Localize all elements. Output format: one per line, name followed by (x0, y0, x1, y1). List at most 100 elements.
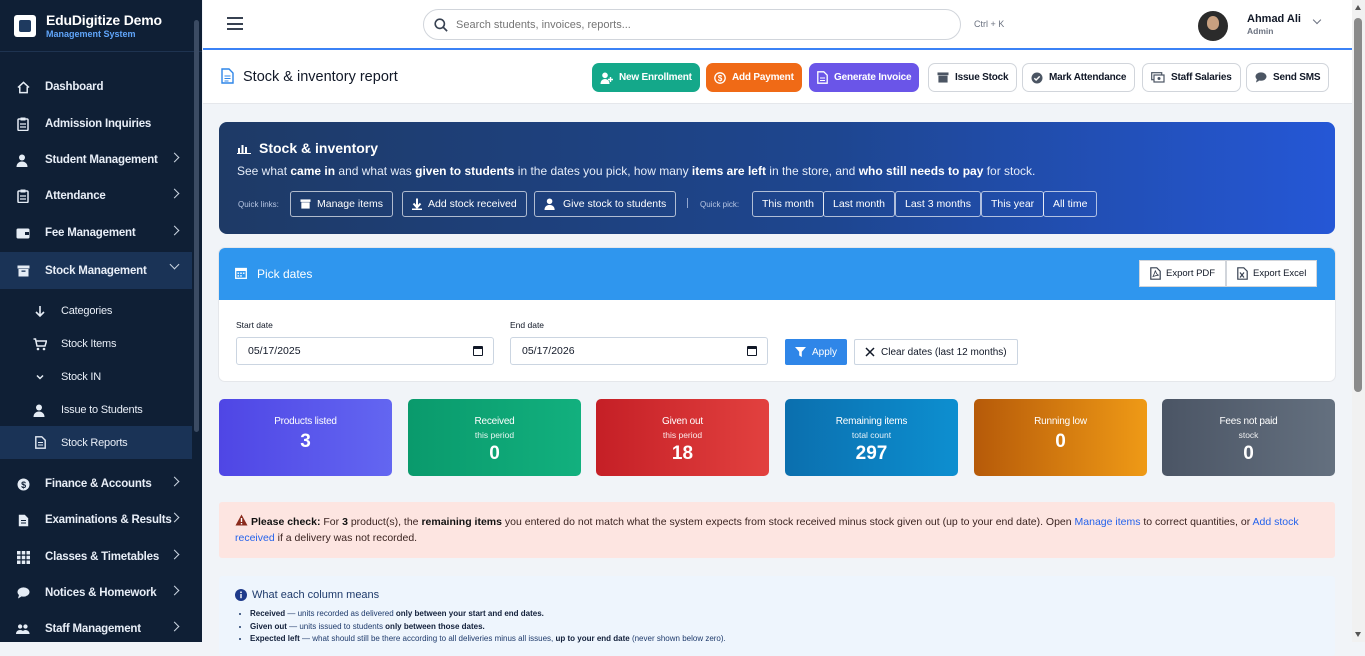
sidebar-item-label: Finance & Accounts (45, 478, 152, 490)
home-icon (16, 80, 30, 94)
stat-fees-not-paid: Fees not paid stock 0 (1162, 399, 1335, 476)
sidebar-item-categories[interactable]: Categories (0, 294, 192, 328)
excel-file-icon (1237, 267, 1248, 280)
give-stock-to-students-button[interactable]: Give stock to students (534, 191, 677, 217)
sidebar-item-stock-in[interactable]: Stock IN (0, 360, 192, 394)
sidebar-item-dashboard[interactable]: Dashboard (0, 70, 192, 104)
stat-remaining-items: Remaining items total count 297 (785, 399, 958, 476)
date-filter-header: Pick dates Export PDF Export Excel (219, 248, 1335, 300)
add-stock-received-button[interactable]: Add stock received (402, 191, 527, 217)
stat-received: Received this period 0 (408, 399, 581, 476)
mark-attendance-button[interactable]: Mark Attendance (1022, 63, 1136, 92)
export-excel-button[interactable]: Export Excel (1226, 260, 1318, 287)
stat-label: Fees not paid (1219, 416, 1278, 427)
new-enrollment-button[interactable]: New Enrollment (592, 63, 700, 92)
chevron-right-icon (169, 476, 180, 487)
search-box[interactable] (423, 9, 961, 40)
issue-stock-button[interactable]: Issue Stock (928, 63, 1018, 92)
money-icon (1151, 72, 1165, 83)
start-date-input[interactable]: 05/17/2025 (236, 337, 494, 365)
search-input[interactable] (456, 18, 936, 31)
pdf-file-icon (1150, 267, 1161, 280)
sidebar-item-label: Stock Reports (61, 436, 128, 449)
sidebar-item-stock-reports[interactable]: Stock Reports (0, 426, 192, 459)
sidebar-item-student-management[interactable]: Student Management (0, 143, 192, 177)
legend-list: Received — units recorded as delivered o… (250, 608, 726, 646)
alert-lead: Please check: (251, 516, 321, 528)
sidebar-item-attendance[interactable]: Attendance (0, 179, 192, 213)
sidebar-scrollbar[interactable] (194, 20, 199, 432)
avatar[interactable] (1198, 11, 1228, 41)
stat-value: 0 (1243, 443, 1254, 464)
sidebar-item-stock-management[interactable]: Stock Management (0, 252, 192, 289)
quick-pick-last-3-months[interactable]: Last 3 months (895, 191, 981, 217)
user-name[interactable]: Ahmad Ali (1247, 13, 1301, 25)
sidebar-item-label: Staff Management (45, 623, 141, 635)
user-icon (33, 403, 47, 417)
sidebar-item-issue-to-students[interactable]: Issue to Students (0, 393, 192, 427)
chevron-down-icon[interactable] (1312, 15, 1322, 25)
sidebar-item-admission-inquiries[interactable]: Admission Inquiries (0, 107, 192, 141)
sidebar-item-label: Dashboard (45, 81, 104, 93)
search-shortcut: Ctrl + K (974, 19, 1005, 29)
manage-items-link[interactable]: Manage items (1075, 516, 1141, 528)
calendar-icon (235, 266, 247, 284)
chevron-right-icon (169, 225, 180, 236)
stat-sublabel: stock (1238, 430, 1259, 440)
brand[interactable]: EduDigitize Demo Management System (0, 0, 202, 52)
start-date-value: 05/17/2025 (248, 345, 301, 357)
sidebar-item-staff-management[interactable]: Staff Management (0, 612, 192, 642)
export-pdf-button[interactable]: Export PDF (1139, 260, 1227, 287)
legend-title: What each column means (235, 589, 379, 601)
cart-icon (33, 337, 47, 351)
end-date-input[interactable]: 05/17/2026 (510, 337, 768, 365)
sidebar-item-notices-homework[interactable]: Notices & Homework (0, 576, 192, 610)
apply-button[interactable]: Apply (785, 339, 848, 365)
menu-toggle-icon[interactable] (227, 17, 243, 30)
quick-pick-this-month[interactable]: This month (752, 191, 824, 217)
calendar-icon[interactable] (473, 346, 483, 356)
users-icon (16, 622, 30, 636)
issue-stock-label: Issue Stock (955, 72, 1009, 83)
list-item: Received — units recorded as delivered o… (250, 608, 726, 621)
invoice-icon (817, 71, 828, 84)
generate-invoice-label: Generate Invoice (834, 72, 912, 83)
quick-pick-last-month[interactable]: Last month (823, 191, 895, 217)
sidebar-item-finance-accounts[interactable]: $ Finance & Accounts (0, 467, 192, 501)
scroll-thumb[interactable] (1354, 18, 1362, 392)
dollar-icon: $ (16, 477, 30, 491)
manage-items-button[interactable]: Manage items (290, 191, 393, 217)
scroll-up-icon[interactable] (1355, 5, 1361, 10)
staff-salaries-button[interactable]: Staff Salaries (1142, 63, 1241, 92)
list-item: Given out — units issued to students onl… (250, 621, 726, 634)
user-role: Admin (1247, 26, 1274, 36)
generate-invoice-button[interactable]: Generate Invoice (809, 63, 920, 92)
clear-dates-button[interactable]: Clear dates (last 12 months) (854, 339, 1018, 365)
sidebar-item-examinations-results[interactable]: Examinations & Results (0, 503, 192, 537)
quick-pick-this-year[interactable]: This year (981, 191, 1045, 217)
send-sms-button[interactable]: Send SMS (1246, 63, 1330, 92)
sidebar-item-label: Stock Items (61, 338, 117, 350)
filter-icon (795, 347, 806, 357)
bar-chart-icon (237, 145, 251, 154)
add-payment-button[interactable]: $ Add Payment (706, 63, 802, 92)
apply-label: Apply (812, 346, 838, 358)
date-filter-title: Pick dates (257, 267, 313, 281)
sidebar-item-fee-management[interactable]: Fee Management (0, 216, 192, 250)
stat-running-low: Running low 0 (974, 399, 1147, 476)
sidebar-item-label: Attendance (45, 190, 106, 202)
svg-text:$: $ (718, 74, 723, 83)
chevron-down-icon (33, 370, 47, 384)
calendar-icon[interactable] (747, 346, 757, 356)
school-logo-icon (14, 14, 36, 37)
stat-sublabel: this period (474, 430, 515, 440)
sidebar-item-label: Stock Management (45, 264, 147, 277)
sidebar-item-stock-items[interactable]: Stock Items (0, 327, 192, 361)
quick-pick-all-time[interactable]: All time (1043, 191, 1098, 217)
scroll-down-icon[interactable] (1355, 632, 1361, 637)
sidebar-item-classes-timetables[interactable]: Classes & Timetables (0, 540, 192, 574)
start-date-label: Start date (236, 320, 273, 330)
page-scrollbar[interactable] (1352, 0, 1365, 642)
column-legend: What each column means Received — units … (219, 576, 1335, 656)
arrow-down-icon (33, 304, 47, 318)
